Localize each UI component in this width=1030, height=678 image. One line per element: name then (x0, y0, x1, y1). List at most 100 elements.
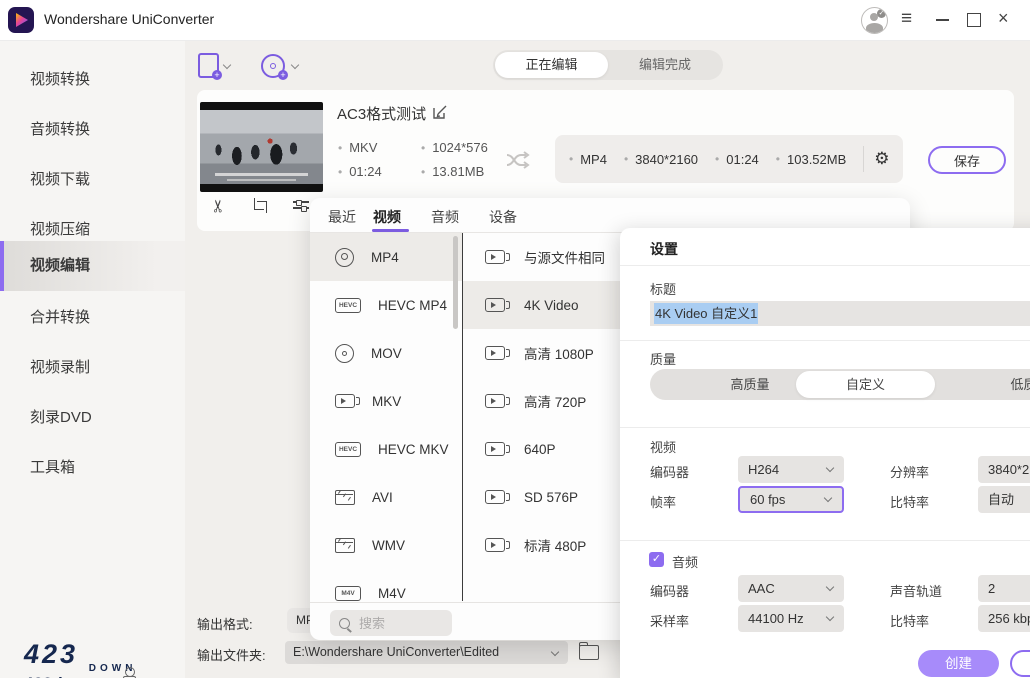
tab-edit-done[interactable]: 编辑完成 (615, 52, 715, 78)
devices-icon (123, 667, 139, 678)
video-bitrate-value[interactable]: 自动 (978, 486, 1030, 513)
audio-bitrate-value[interactable]: 256 kbps (978, 605, 1030, 632)
title-label: 标题 (650, 279, 676, 298)
quality-segmented-control: 高质量 自定义 低质量 (650, 369, 1030, 400)
video-encoder-select[interactable]: H264 (738, 456, 844, 483)
video-section-label: 视频 (650, 437, 676, 456)
video-camera-icon (485, 298, 505, 312)
menu-icon[interactable]: ≡ (901, 8, 912, 30)
effects-sliders-icon[interactable] (293, 199, 309, 211)
watermark-logo: 423 DOWN 423down.com (24, 641, 136, 678)
resolution-value[interactable]: 3840*2160 (978, 456, 1030, 483)
sidebar-item-toolbox[interactable]: 工具箱 (0, 443, 185, 493)
sidebar-item-video-convert[interactable]: 视频转换 (0, 55, 185, 105)
target-resolution: •3840*2160 (624, 152, 698, 167)
add-disc-icon[interactable]: + (261, 54, 285, 78)
save-button[interactable]: 保存 (928, 146, 1006, 174)
search-input[interactable] (357, 615, 441, 632)
sidebar-item-video-download[interactable]: 视频下载 (0, 155, 185, 205)
title-bar: Wondershare UniConverter ✓ ≡ × (0, 0, 1030, 41)
video-camera-icon (485, 538, 505, 552)
video-camera-icon (485, 346, 505, 360)
disc-icon (335, 344, 354, 363)
title-input[interactable]: 4K Video 自定义1 (650, 301, 1030, 326)
source-format: •MKV (338, 140, 377, 155)
format-item-mkv[interactable]: MKV (310, 377, 462, 425)
crop-icon[interactable] (252, 198, 266, 212)
format-item-m4v[interactable]: M4VM4V (310, 569, 462, 601)
add-disc-chevron-icon[interactable] (291, 61, 299, 69)
popup-tab-device[interactable]: 设备 (489, 207, 517, 227)
popup-tab-audio[interactable]: 音频 (431, 207, 459, 227)
trim-scissors-icon[interactable]: ✂ (209, 199, 229, 213)
video-camera-icon (485, 442, 505, 456)
format-item-wmv[interactable]: WMV (310, 521, 462, 569)
sidebar-item-burn-dvd[interactable]: 刻录DVD (0, 393, 185, 443)
video-bitrate-label: 比特率 (890, 492, 929, 511)
framerate-label: 帧率 (650, 492, 676, 511)
create-button[interactable]: 创建 (918, 650, 999, 677)
output-folder-label: 输出文件夹: (197, 645, 266, 664)
format-item-mov[interactable]: MOV (310, 329, 462, 377)
target-size: •103.52MB (776, 152, 846, 167)
folder-chevron-icon (551, 648, 559, 656)
minimize-icon[interactable] (936, 19, 949, 21)
disc-icon (335, 248, 354, 267)
app-logo-icon (8, 7, 34, 33)
sidebar-item-video-edit[interactable]: 视频编辑 (0, 241, 185, 291)
close-icon[interactable]: × (998, 8, 1009, 29)
format-list-scrollbar[interactable] (453, 236, 458, 329)
tab-editing[interactable]: 正在编辑 (495, 52, 608, 78)
output-format-label: 输出格式: (197, 614, 253, 633)
audio-checkbox[interactable]: ✓ (649, 552, 664, 567)
film-icon (335, 490, 355, 505)
format-item-hevc-mp4[interactable]: HEVCHEVC MP4 (310, 281, 462, 329)
video-thumbnail[interactable] (200, 102, 323, 192)
hevc-badge-icon: HEVC (335, 442, 361, 457)
sidebar: 视频转换 音频转换 视频下载 视频压缩 视频编辑 合并转换 视频录制 刻录DVD… (0, 41, 185, 678)
popup-tab-video[interactable]: 视频 (373, 207, 401, 227)
m4v-badge-icon: M4V (335, 586, 361, 601)
channels-value[interactable]: 2 (978, 575, 1030, 602)
channels-label: 声音轨道 (890, 581, 942, 600)
popup-tab-recent[interactable]: 最近 (328, 207, 356, 227)
settings-title: 设置 (650, 239, 678, 259)
format-list: MP4 HEVCHEVC MP4 MOV MKV HEVCHEVC MKV AV… (310, 233, 462, 601)
output-folder-select[interactable]: E:\Wondershare UniConverter\Edited (285, 641, 568, 664)
quality-label: 质量 (650, 349, 676, 368)
app-title: Wondershare UniConverter (44, 11, 214, 27)
source-size: •13.81MB (421, 164, 484, 179)
resolution-label: 分辨率 (890, 462, 929, 481)
format-item-mp4[interactable]: MP4 (310, 233, 462, 281)
secondary-button[interactable] (1010, 650, 1030, 677)
samplerate-label: 采样率 (650, 611, 689, 630)
quality-option-low[interactable]: 低质量 (965, 369, 1030, 400)
add-file-icon[interactable]: + (198, 53, 219, 78)
quality-option-custom[interactable]: 自定义 (796, 371, 935, 398)
audio-encoder-select[interactable]: AAC (738, 575, 844, 602)
add-file-chevron-icon[interactable] (223, 61, 231, 69)
maximize-icon[interactable] (967, 13, 981, 27)
settings-dialog: 设置 标题 4K Video 自定义1 质量 高质量 自定义 低质量 视频 编码… (620, 228, 1030, 678)
format-item-avi[interactable]: AVI (310, 473, 462, 521)
format-search-box[interactable] (330, 610, 452, 636)
browse-folder-icon[interactable] (579, 645, 599, 660)
sidebar-item-audio-convert[interactable]: 音频转换 (0, 105, 185, 155)
sidebar-item-merge-convert[interactable]: 合并转换 (0, 293, 185, 343)
target-settings-gear-icon[interactable]: ⚙ (874, 149, 889, 169)
app-window: Wondershare UniConverter ✓ ≡ × 视频转换 音频转换… (0, 0, 1030, 678)
sidebar-item-screen-record[interactable]: 视频录制 (0, 343, 185, 393)
format-item-hevc-mkv[interactable]: HEVCHEVC MKV (310, 425, 462, 473)
source-duration: •01:24 (338, 164, 382, 179)
selected-text: 4K Video 自定义1 (654, 303, 758, 324)
rename-icon[interactable] (432, 104, 448, 120)
source-resolution: •1024*576 (421, 140, 488, 155)
account-avatar-icon[interactable]: ✓ (861, 7, 888, 34)
film-icon (335, 538, 355, 553)
framerate-select[interactable]: 60 fps (738, 486, 844, 513)
convert-shuffle-icon (504, 148, 532, 172)
samplerate-select[interactable]: 44100 Hz (738, 605, 844, 632)
file-title: AC3格式测试 (337, 103, 426, 124)
audio-bitrate-label: 比特率 (890, 611, 929, 630)
target-info-box: •MP4 •3840*2160 •01:24 •103.52MB ⚙ (555, 135, 903, 183)
